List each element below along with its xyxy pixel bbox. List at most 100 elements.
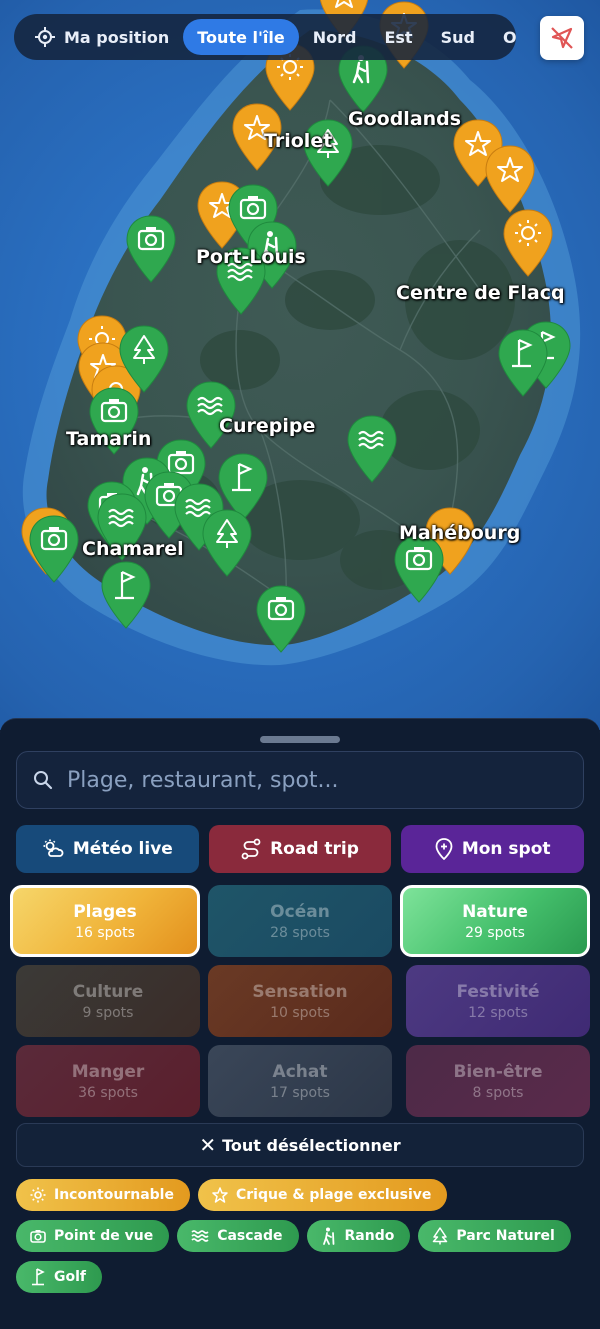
category-count: 29 spots xyxy=(465,924,525,941)
chip-rando[interactable]: Rando xyxy=(306,1220,411,1252)
category-count: 9 spots xyxy=(82,1004,134,1021)
location-off-icon xyxy=(551,27,573,49)
disable-location-button[interactable] xyxy=(540,16,584,60)
map-pin-point-de-vue[interactable] xyxy=(255,584,307,654)
category-sensation[interactable]: Sensation 10 spots xyxy=(208,965,392,1037)
mon-spot-button[interactable]: Mon spot xyxy=(401,825,585,873)
city-label-tamarin: Tamarin xyxy=(66,428,152,450)
category-grid: Plages 16 spots Océan 28 spots Nature 29… xyxy=(10,885,590,1117)
my-position-label: Ma position xyxy=(64,27,170,47)
city-label-chamarel: Chamarel xyxy=(82,538,184,560)
waves-icon xyxy=(191,1230,209,1242)
chip-crique-plage-exclusive[interactable]: Crique & plage exclusive xyxy=(197,1179,448,1211)
sun-icon xyxy=(30,1187,46,1203)
deselect-all-label: Tout désélectionner xyxy=(222,1135,401,1155)
search-icon xyxy=(34,771,53,790)
category-name: Océan xyxy=(270,901,330,922)
map-pin-incontournable[interactable] xyxy=(502,208,554,278)
category-name: Bien-être xyxy=(453,1061,543,1082)
category-count: 8 spots xyxy=(472,1084,524,1101)
mon-spot-label: Mon spot xyxy=(461,839,551,859)
category-plages[interactable]: Plages 16 spots xyxy=(10,885,200,957)
map-pin-point-de-vue[interactable] xyxy=(28,514,80,584)
category-manger[interactable]: Manger 36 spots xyxy=(16,1045,200,1117)
map-pin-point-de-vue[interactable] xyxy=(125,214,177,284)
chip-label: Cascade xyxy=(217,1228,283,1244)
meteo-live-button[interactable]: Météo live xyxy=(16,825,199,873)
city-label-triolet: Triolet xyxy=(264,130,333,152)
category-name: Achat xyxy=(272,1061,328,1082)
map-pin-golf[interactable] xyxy=(497,328,549,398)
tree-icon xyxy=(433,1227,448,1245)
category-count: 12 spots xyxy=(468,1004,528,1021)
close-icon: ✕ xyxy=(199,1133,217,1157)
bottom-sheet: Météo live Road trip Mon spot Plages 16 … xyxy=(0,718,600,1329)
chip-label: Incontournable xyxy=(54,1187,174,1203)
category-name: Plages xyxy=(73,901,137,922)
category-count: 17 spots xyxy=(270,1084,330,1101)
chip-point-de-vue[interactable]: Point de vue xyxy=(16,1220,170,1252)
category-nature[interactable]: Nature 29 spots xyxy=(400,885,590,957)
map-view[interactable]: Goodlands Triolet Port-Louis Centre de F… xyxy=(0,0,600,730)
golf-flag-icon xyxy=(32,1268,45,1286)
map-pin-cascade[interactable] xyxy=(346,414,398,484)
map-pin-golf[interactable] xyxy=(100,560,152,630)
chip-label: Golf xyxy=(54,1269,86,1285)
category-festivite[interactable]: Festivité 12 spots xyxy=(406,965,590,1037)
category-count: 28 spots xyxy=(270,924,330,941)
city-label-mahebourg: Mahébourg xyxy=(399,522,521,544)
hiker-icon xyxy=(322,1227,334,1245)
filter-tab-sud[interactable]: Sud xyxy=(427,19,489,55)
subcategory-chips: Incontournable Crique & plage exclusive … xyxy=(16,1179,588,1293)
chip-cascade[interactable]: Cascade xyxy=(177,1220,299,1252)
category-name: Culture xyxy=(72,981,144,1002)
category-count: 16 spots xyxy=(75,924,135,941)
map-pin-parc-naturel[interactable] xyxy=(118,324,170,394)
category-bien-etre[interactable]: Bien-être 8 spots xyxy=(406,1045,590,1117)
chip-golf[interactable]: Golf xyxy=(16,1261,102,1293)
filter-tab-ouest[interactable]: O xyxy=(489,19,516,55)
category-count: 10 spots xyxy=(270,1004,330,1021)
chip-parc-naturel[interactable]: Parc Naturel xyxy=(418,1220,571,1252)
region-filter-bar: Ma position Toute l'île Nord Est Sud O xyxy=(14,14,516,60)
map-pin-incontournable[interactable] xyxy=(484,144,536,214)
chip-label: Parc Naturel xyxy=(456,1228,555,1244)
search-input[interactable] xyxy=(67,767,567,793)
quick-actions: Météo live Road trip Mon spot xyxy=(16,825,585,873)
my-position-button[interactable]: Ma position xyxy=(20,19,183,55)
meteo-live-label: Météo live xyxy=(72,839,173,859)
map-pin-plus-icon xyxy=(435,838,453,860)
category-name: Sensation xyxy=(252,981,348,1002)
map-pin-parc-naturel[interactable] xyxy=(201,508,253,578)
chip-label: Point de vue xyxy=(54,1228,154,1244)
sun-cloud-icon xyxy=(43,839,64,857)
category-culture[interactable]: Culture 9 spots xyxy=(16,965,200,1037)
road-trip-label: Road trip xyxy=(270,839,359,859)
chip-label: Rando xyxy=(344,1228,395,1244)
search-bar[interactable] xyxy=(16,751,584,809)
chip-incontournable[interactable]: Incontournable xyxy=(16,1179,190,1211)
category-name: Manger xyxy=(71,1061,145,1082)
city-label-curepipe: Curepipe xyxy=(219,415,316,437)
star-icon xyxy=(212,1187,228,1203)
drag-handle[interactable] xyxy=(260,736,340,743)
city-label-centre-de-flacq: Centre de Flacq xyxy=(396,282,565,304)
filter-tab-est[interactable]: Est xyxy=(370,19,426,55)
route-icon xyxy=(241,838,261,860)
chip-label: Crique & plage exclusive xyxy=(235,1187,432,1203)
city-label-goodlands: Goodlands xyxy=(348,108,462,130)
category-achat[interactable]: Achat 17 spots xyxy=(208,1045,392,1117)
map-pin-parc-naturel[interactable] xyxy=(302,118,354,188)
map-pin-point-de-vue[interactable] xyxy=(393,534,445,604)
category-name: Festivité xyxy=(456,981,540,1002)
crosshair-icon xyxy=(35,27,55,47)
category-count: 36 spots xyxy=(78,1084,138,1101)
filter-tab-nord[interactable]: Nord xyxy=(299,19,371,55)
category-ocean[interactable]: Océan 28 spots xyxy=(208,885,392,957)
city-label-port-louis: Port-Louis xyxy=(196,246,306,268)
category-name: Nature xyxy=(462,901,528,922)
camera-icon xyxy=(30,1230,46,1243)
road-trip-button[interactable]: Road trip xyxy=(208,825,392,873)
deselect-all-button[interactable]: ✕ Tout désélectionner xyxy=(16,1123,584,1167)
filter-tab-toute-lile[interactable]: Toute l'île xyxy=(183,19,299,55)
